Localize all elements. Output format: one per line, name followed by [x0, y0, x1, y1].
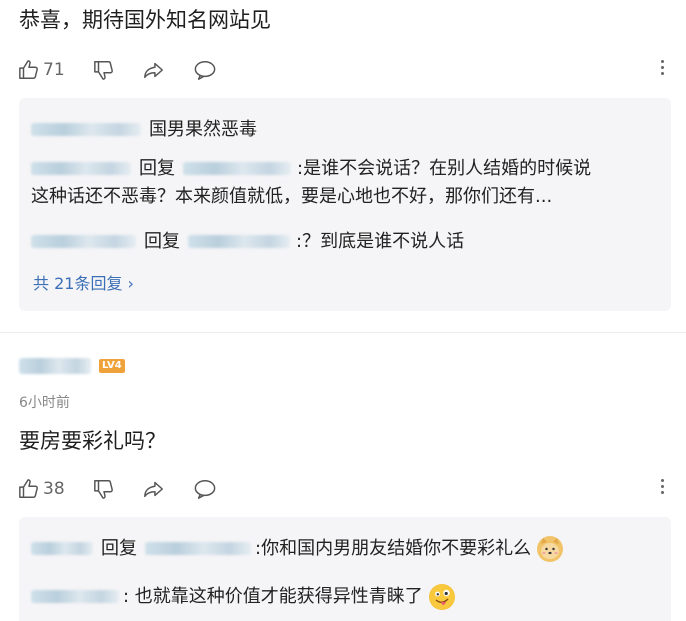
thumbs-down-icon	[93, 61, 113, 80]
more-options-icon[interactable]	[659, 60, 665, 75]
comment-actions: 38	[18, 474, 245, 504]
reply-button[interactable]	[193, 59, 217, 81]
comment-text: 要房要彩礼吗？	[19, 429, 166, 453]
username-blurred[interactable]	[31, 235, 136, 249]
comment-bubble-icon	[194, 480, 215, 499]
level-badge: LV4	[99, 359, 125, 373]
reply-text: 国男果然恶毒	[149, 119, 257, 140]
comment-author: LV4	[19, 358, 125, 374]
username-blurred[interactable]	[31, 590, 119, 604]
more-options-icon[interactable]	[659, 479, 665, 494]
reply-item[interactable]: : 也就靠这种价值才能获得异性青睐了	[31, 583, 455, 611]
divider	[0, 332, 686, 333]
reply-label: 回复	[101, 538, 137, 559]
username-blurred[interactable]	[31, 162, 131, 176]
username-blurred[interactable]	[31, 123, 141, 137]
reply-text: : 也就靠这种价值才能获得异性青睐了	[123, 586, 423, 607]
dislike-button[interactable]	[93, 59, 115, 81]
reply-item[interactable]: 回复 :？到底是谁不说人话	[31, 228, 464, 256]
reply-item[interactable]: 回复 :是谁不会说话？在别人结婚的时候说 这种话还不恶毒？本来颜值就低，要是心地…	[31, 155, 591, 211]
reply-item[interactable]: 国男果然恶毒	[31, 116, 257, 144]
username-blurred[interactable]	[145, 542, 251, 556]
view-more-replies-link[interactable]: 共 21条回复 ›	[33, 270, 134, 294]
username-blurred[interactable]	[19, 358, 91, 374]
like-button[interactable]: 38	[18, 478, 65, 500]
reply-text-continued: 这种话还不恶毒？本来颜值就低，要是心地也不好，那你们还有...	[31, 185, 553, 207]
share-icon	[143, 481, 163, 498]
reply-box: 回复 :你和国内男朋友结婚你不要彩礼么 : 也就靠这种价值才能获得异性青睐了	[19, 517, 671, 621]
like-count: 38	[43, 479, 65, 499]
reply-text: :你和国内男朋友结婚你不要彩礼么	[255, 538, 532, 559]
thumbs-up-icon	[19, 60, 38, 79]
like-count: 71	[43, 60, 65, 80]
username-blurred[interactable]	[31, 542, 93, 556]
thumbs-down-icon	[93, 480, 113, 499]
share-button[interactable]	[143, 478, 165, 500]
tongue-face-emoji-icon	[428, 583, 455, 610]
share-button[interactable]	[143, 59, 165, 81]
comment-timestamp: 6小时前	[19, 395, 70, 411]
reply-text: :？到底是谁不说人话	[296, 231, 465, 252]
like-button[interactable]: 71	[18, 59, 65, 81]
reply-item[interactable]: 回复 :你和国内男朋友结婚你不要彩礼么	[31, 535, 564, 563]
comment-bubble-icon	[194, 61, 215, 80]
reply-button[interactable]	[193, 478, 217, 500]
comment-text: 恭喜，期待国外知名网站见	[19, 8, 271, 32]
username-blurred[interactable]	[183, 162, 291, 176]
doge-emoji-icon	[537, 535, 564, 562]
comment-actions: 71	[18, 55, 245, 85]
reply-label: 回复	[139, 158, 175, 179]
username-blurred[interactable]	[188, 235, 290, 249]
reply-text: :是谁不会说话？在别人结婚的时候说	[297, 158, 592, 179]
reply-box: 国男果然恶毒 回复 :是谁不会说话？在别人结婚的时候说 这种话还不恶毒？本来颜值…	[19, 98, 671, 311]
reply-label: 回复	[144, 231, 180, 252]
thumbs-up-icon	[19, 479, 38, 498]
dislike-button[interactable]	[93, 478, 115, 500]
share-icon	[143, 62, 163, 79]
